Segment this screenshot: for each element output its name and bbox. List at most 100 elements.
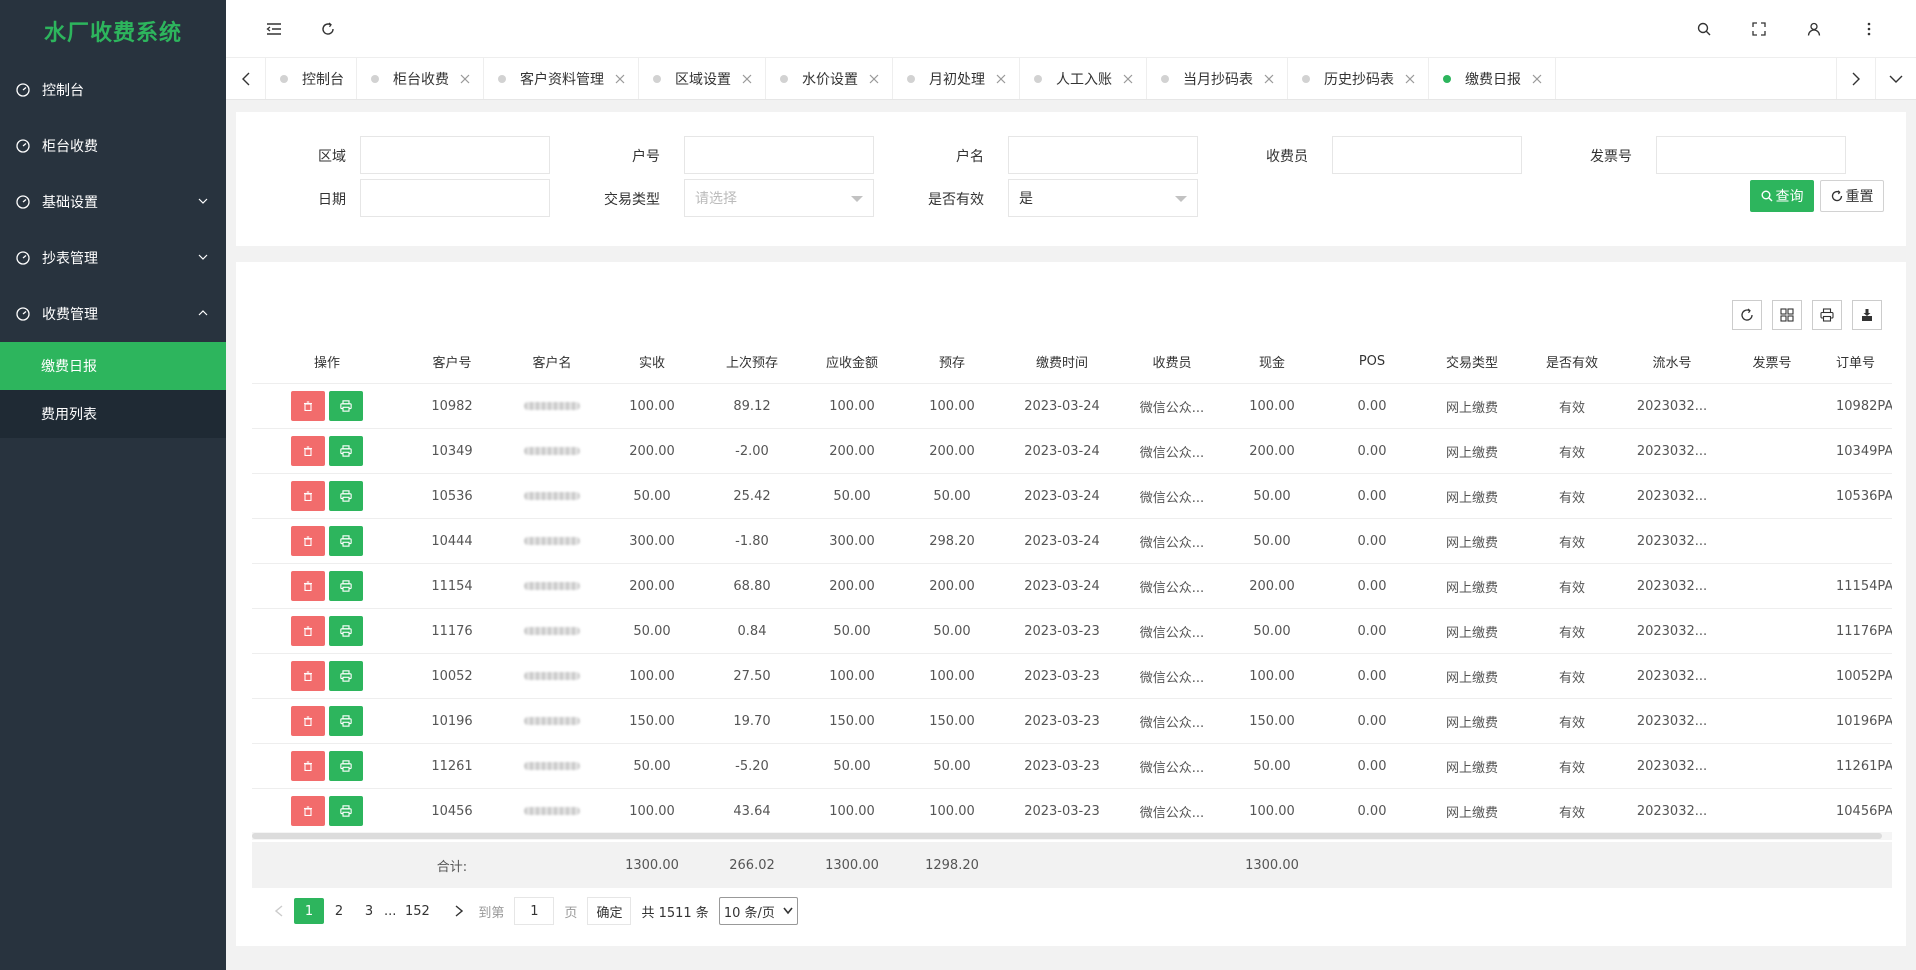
menu-fold-icon[interactable]: [264, 19, 284, 39]
tab-manual-entry[interactable]: 人工入账: [1020, 58, 1147, 99]
sidebar-item-dashboard[interactable]: 控制台: [0, 62, 226, 118]
invoice-input[interactable]: [1656, 136, 1846, 174]
cell-collector: 微信公众...: [1139, 760, 1205, 776]
cell-valid: 有效: [1558, 535, 1585, 551]
cell-paid: 50.00: [633, 488, 671, 504]
cell-serial-no: 2023032...: [1636, 668, 1708, 684]
tabs-dropdown-icon[interactable]: [1876, 58, 1916, 99]
table-row: 10456 100.00 43.64 100.00 100.00 2023-03-23 微信…: [252, 789, 1892, 834]
tab-dashboard[interactable]: 控制台: [266, 58, 357, 99]
page-size-select[interactable]: 10 条/页: [718, 897, 798, 925]
next-page-icon[interactable]: [444, 898, 474, 924]
tab-month-start[interactable]: 月初处理: [893, 58, 1020, 99]
tab-daily-report[interactable]: 缴费日报: [1429, 58, 1556, 99]
date-input[interactable]: [360, 179, 550, 217]
totals-prepaid: 1298.20: [925, 857, 979, 873]
table-horizontal-scrollbar[interactable]: [252, 832, 1892, 840]
sidebar-item-fee-management[interactable]: 收费管理: [0, 286, 226, 342]
redacted-name: [524, 806, 580, 815]
cell-order-no: 11154PA...: [1836, 578, 1892, 594]
delete-button[interactable]: [291, 796, 325, 826]
delete-button[interactable]: [291, 661, 325, 691]
sidebar-subitem-fee-list[interactable]: 费用列表: [0, 390, 226, 438]
goto-confirm-button[interactable]: 确定: [587, 897, 632, 925]
table-export-button[interactable]: [1852, 300, 1882, 330]
sidebar-item-meter-management[interactable]: 抄表管理: [0, 230, 226, 286]
tabs-scroll-right-icon[interactable]: [1836, 58, 1876, 99]
query-button[interactable]: 查询: [1750, 180, 1814, 212]
tab-water-price[interactable]: 水价设置: [766, 58, 893, 99]
print-button[interactable]: [329, 571, 363, 601]
cell-last-prepaid: 68.80: [733, 578, 771, 594]
account-input[interactable]: [684, 136, 874, 174]
page-button-2[interactable]: 2: [324, 898, 354, 924]
scrollbar-thumb[interactable]: [252, 833, 1882, 839]
delete-button[interactable]: [291, 391, 325, 421]
delete-button[interactable]: [291, 571, 325, 601]
cell-cash: 50.00: [1253, 623, 1291, 639]
cell-receivable: 150.00: [829, 713, 875, 729]
table-refresh-button[interactable]: [1732, 300, 1762, 330]
tab-area-settings[interactable]: 区域设置: [639, 58, 766, 99]
print-button[interactable]: [329, 751, 363, 781]
prev-page-icon[interactable]: [264, 898, 294, 924]
page-button-last[interactable]: 152: [402, 898, 432, 924]
trade-type-select[interactable]: 请选择: [684, 179, 874, 217]
filter-panel: 区域 户号 户名 收费员 发票号 日期 交易类型 请选择 是否有效 是 查询 重…: [236, 112, 1906, 246]
print-button[interactable]: [329, 391, 363, 421]
search-icon[interactable]: [1694, 19, 1714, 39]
print-button[interactable]: [329, 481, 363, 511]
table-columns-button[interactable]: [1772, 300, 1802, 330]
delete-button[interactable]: [291, 616, 325, 646]
valid-select[interactable]: 是: [1008, 179, 1198, 217]
page-button-1[interactable]: 1: [294, 898, 324, 924]
name-input[interactable]: [1008, 136, 1198, 174]
close-icon[interactable]: [995, 73, 1007, 85]
area-input[interactable]: [360, 136, 550, 174]
print-button[interactable]: [329, 436, 363, 466]
collector-input[interactable]: [1332, 136, 1522, 174]
goto-page-input[interactable]: 1: [514, 897, 555, 925]
tab-history-meter[interactable]: 历史抄码表: [1288, 58, 1429, 99]
user-icon[interactable]: [1804, 19, 1824, 39]
cell-paid: 200.00: [629, 578, 675, 594]
tabs-scroll-left-icon[interactable]: [226, 58, 266, 99]
print-button[interactable]: [329, 526, 363, 556]
close-icon[interactable]: [459, 73, 471, 85]
tab-counter-fee[interactable]: 柜台收费: [357, 58, 484, 99]
close-icon[interactable]: [1404, 73, 1416, 85]
close-icon[interactable]: [1531, 73, 1543, 85]
close-icon[interactable]: [741, 73, 753, 85]
close-icon[interactable]: [1263, 73, 1275, 85]
refresh-icon[interactable]: [318, 19, 338, 39]
close-icon[interactable]: [868, 73, 880, 85]
delete-button[interactable]: [291, 436, 325, 466]
totals-paid: 1300.00: [625, 857, 679, 873]
page-button-3[interactable]: 3: [354, 898, 384, 924]
cell-paid: 300.00: [629, 533, 675, 549]
print-button[interactable]: [329, 706, 363, 736]
column-header: 流水号: [1652, 356, 1692, 371]
sidebar-item-basic-settings[interactable]: 基础设置: [0, 174, 226, 230]
reset-button[interactable]: 重置: [1820, 180, 1884, 212]
tab-dot: [780, 74, 788, 83]
close-icon[interactable]: [614, 73, 626, 85]
fullscreen-icon[interactable]: [1749, 19, 1769, 39]
tab-current-meter[interactable]: 当月抄码表: [1147, 58, 1288, 99]
print-button[interactable]: [329, 661, 363, 691]
print-button[interactable]: [329, 796, 363, 826]
delete-button[interactable]: [291, 706, 325, 736]
table-print-button[interactable]: [1812, 300, 1842, 330]
cell-collector: 微信公众...: [1139, 535, 1205, 551]
sidebar-item-counter-fee[interactable]: 柜台收费: [0, 118, 226, 174]
more-vertical-icon[interactable]: [1859, 19, 1879, 39]
table-row: 11176 50.00 0.84 50.00 50.00 2023-03-23 微信公众..…: [252, 609, 1892, 654]
close-icon[interactable]: [1122, 73, 1134, 85]
sidebar-subitem-daily-report[interactable]: 缴费日报: [0, 342, 226, 390]
print-button[interactable]: [329, 616, 363, 646]
delete-button[interactable]: [291, 526, 325, 556]
tab-customer-management[interactable]: 客户资料管理: [484, 58, 639, 99]
delete-button[interactable]: [291, 751, 325, 781]
delete-button[interactable]: [291, 481, 325, 511]
cell-valid: 有效: [1558, 670, 1585, 686]
